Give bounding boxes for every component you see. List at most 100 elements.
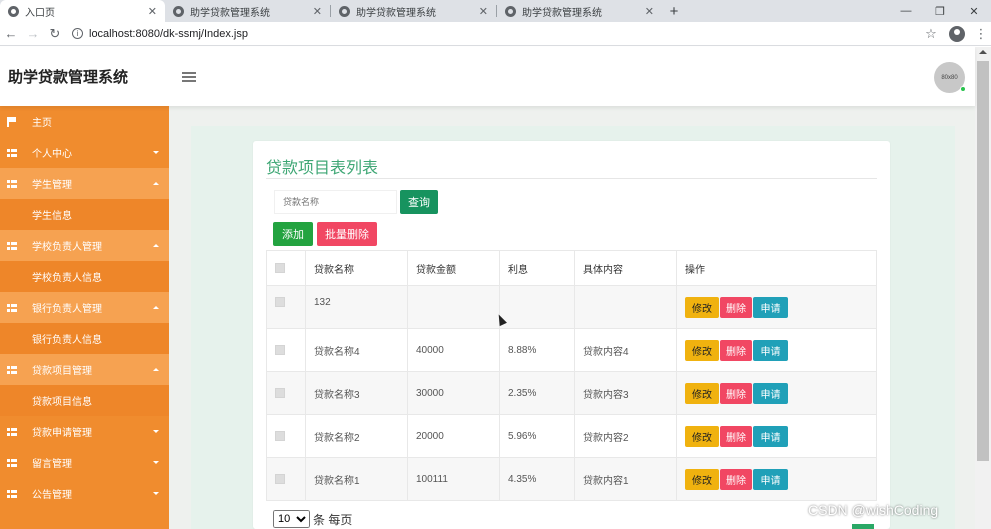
actions-cell: 修改 删除 申请 <box>676 285 877 329</box>
edit-button[interactable]: 修改 <box>685 425 719 447</box>
browser-tab-2[interactable]: 助学贷款管理系统 ✕ <box>165 0 330 22</box>
content-cell: 贷款内容4 <box>574 328 677 372</box>
avatar[interactable]: 80x80 <box>934 62 966 93</box>
sidebar-item[interactable]: 个人中心 <box>0 137 169 168</box>
app-title: 助学贷款管理系统 <box>8 69 129 86</box>
grid-icon <box>7 427 17 436</box>
sidebar-subitem[interactable]: 银行负责人信息 <box>0 323 169 354</box>
grid-icon <box>7 241 17 250</box>
reload-icon[interactable]: ↻ <box>44 26 66 42</box>
pagination-button-partial[interactable] <box>852 524 874 529</box>
chevron-up-icon <box>153 368 159 371</box>
apply-button[interactable]: 申请 <box>753 339 788 361</box>
globe-icon <box>505 5 516 17</box>
tab-title: 助学贷款管理系统 <box>356 7 436 19</box>
apply-button[interactable]: 申请 <box>753 382 788 404</box>
select-all-checkbox[interactable] <box>275 262 285 273</box>
page-size-select[interactable]: 10 <box>273 510 310 528</box>
tab-close-icon[interactable]: ✕ <box>645 5 654 18</box>
edit-button[interactable]: 修改 <box>685 382 719 404</box>
loan-project-table: 贷款名称 贷款金额 利息 具体内容 操作 132 修改 删除 申请 贷款名称4 40000… <box>266 250 877 501</box>
browser-tab-4[interactable]: 助学贷款管理系统 ✕ <box>497 0 662 22</box>
sidebar-item[interactable]: 公告管理 <box>0 478 169 509</box>
loan-name-search-input[interactable] <box>274 190 397 214</box>
sidebar-subitem[interactable]: 学生信息 <box>0 199 169 230</box>
page-scrollbar[interactable] <box>975 47 991 529</box>
row-checkbox[interactable] <box>275 297 285 308</box>
delete-button[interactable]: 删除 <box>720 468 752 490</box>
bookmark-star-icon[interactable]: ☆ <box>919 26 943 42</box>
interest-cell: 5.96% <box>499 414 575 458</box>
row-select-cell <box>266 414 306 458</box>
sidebar-item[interactable]: 贷款申请管理 <box>0 416 169 447</box>
apply-button[interactable]: 申请 <box>753 296 788 318</box>
delete-button[interactable]: 删除 <box>720 425 752 447</box>
browser-tab-3[interactable]: 助学贷款管理系统 ✕ <box>331 0 496 22</box>
row-select-cell <box>266 285 306 329</box>
column-header: 贷款名称 <box>305 250 408 286</box>
query-button[interactable]: 查询 <box>400 190 438 214</box>
card-title: 贷款项目表列表 <box>266 160 379 177</box>
sidebar-item[interactable]: 留言管理 <box>0 447 169 478</box>
select-all-header <box>266 250 306 286</box>
tab-close-icon[interactable]: ✕ <box>313 5 322 18</box>
new-tab-button[interactable]: + <box>662 0 686 22</box>
back-arrow-icon[interactable]: ← <box>0 26 22 41</box>
scroll-up-arrow-icon[interactable] <box>979 50 987 54</box>
row-checkbox[interactable] <box>275 344 285 355</box>
edit-button[interactable]: 修改 <box>685 339 719 361</box>
row-select-cell <box>266 371 306 415</box>
restore-button[interactable]: ❐ <box>923 0 957 22</box>
info-icon[interactable]: i <box>72 28 83 39</box>
row-checkbox[interactable] <box>275 387 285 398</box>
content-cell <box>574 285 677 329</box>
add-button[interactable]: 添加 <box>273 222 313 246</box>
sidebar-subitem[interactable]: 学校负责人信息 <box>0 261 169 292</box>
sidebar-item-label: 银行负责人管理 <box>32 304 102 315</box>
chevron-up-icon <box>153 182 159 185</box>
scroll-thumb[interactable] <box>977 61 989 461</box>
loan-name-cell: 贷款名称2 <box>305 414 408 458</box>
minimize-button[interactable]: — <box>889 0 923 22</box>
sidebar-item[interactable]: 贷款项目管理 <box>0 354 169 385</box>
tab-close-icon[interactable]: ✕ <box>479 5 488 18</box>
interest-cell: 4.35% <box>499 457 575 501</box>
sidebar-item[interactable]: 学生管理 <box>0 168 169 199</box>
row-actions: 修改 删除 申请 <box>685 296 876 318</box>
browser-tab-1[interactable]: 入口页 ✕ <box>0 0 165 22</box>
chevron-up-icon <box>153 244 159 247</box>
tab-title: 助学贷款管理系统 <box>522 7 602 19</box>
delete-button[interactable]: 删除 <box>720 296 752 318</box>
kebab-menu-icon[interactable]: ⋮ <box>971 26 991 42</box>
tab-close-icon[interactable]: ✕ <box>148 5 157 18</box>
profile-icon[interactable] <box>949 25 965 42</box>
content-cell: 贷款内容3 <box>574 371 677 415</box>
apply-button[interactable]: 申请 <box>753 425 788 447</box>
app-header: 助学贷款管理系统 80x80 <box>0 47 975 106</box>
row-checkbox[interactable] <box>275 473 285 484</box>
batch-delete-button[interactable]: 批量删除 <box>317 222 377 246</box>
chevron-down-icon <box>153 492 159 495</box>
edit-button[interactable]: 修改 <box>685 296 719 318</box>
url-field[interactable]: i localhost:8080/dk-ssmj/Index.jsp <box>72 24 919 44</box>
delete-button[interactable]: 删除 <box>720 382 752 404</box>
sidebar-item-label: 个人中心 <box>32 149 72 160</box>
row-checkbox[interactable] <box>275 430 285 441</box>
sidebar-item[interactable]: 主页 <box>0 106 169 137</box>
table-row: 贷款名称4 40000 8.88% 贷款内容4 修改 删除 申请 <box>266 328 877 372</box>
column-header: 操作 <box>676 250 877 286</box>
edit-button[interactable]: 修改 <box>685 468 719 490</box>
sidebar-item[interactable]: 银行负责人管理 <box>0 292 169 323</box>
sidebar-item[interactable]: 学校负责人管理 <box>0 230 169 261</box>
hamburger-menu-icon[interactable] <box>182 71 196 82</box>
delete-button[interactable]: 删除 <box>720 339 752 361</box>
close-window-button[interactable]: ✕ <box>957 0 991 22</box>
sidebar-item-label: 公告管理 <box>32 490 72 501</box>
apply-button[interactable]: 申请 <box>753 468 788 490</box>
sidebar-subitem[interactable]: 贷款项目信息 <box>0 385 169 416</box>
sidebar-item-label: 学生管理 <box>32 180 72 191</box>
table-row: 贷款名称1 100111 4.35% 贷款内容1 修改 删除 申请 <box>266 457 877 501</box>
forward-arrow-icon[interactable]: → <box>22 26 44 41</box>
watermark: CSDN @wishCoding <box>808 502 939 518</box>
actions-cell: 修改 删除 申请 <box>676 414 877 458</box>
